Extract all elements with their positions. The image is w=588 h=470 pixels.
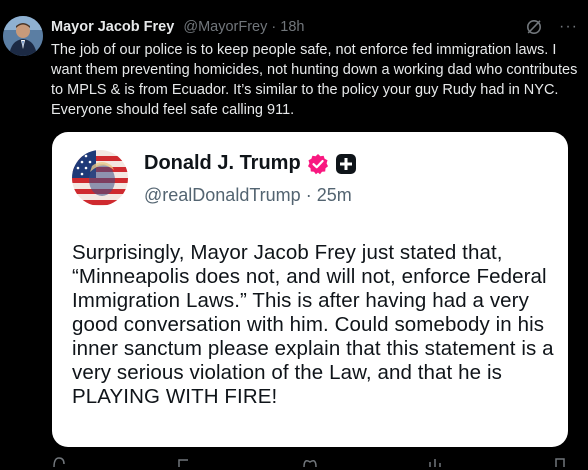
quoted-handle-line: @realDonaldTrump · 25m: [144, 185, 352, 206]
verified-badge-icon: [307, 153, 328, 174]
timestamp[interactable]: 18h: [280, 19, 304, 35]
display-name[interactable]: Mayor Jacob Frey: [51, 19, 174, 35]
quoted-post-screenshot[interactable]: Donald J. Trump @realDonaldTrump · 25m S…: [52, 132, 568, 447]
grok-icon[interactable]: [525, 18, 543, 36]
tweet-text: The job of our police is to keep people …: [51, 42, 578, 118]
quoted-time: 25m: [316, 185, 352, 205]
quoted-avatar: [72, 150, 128, 206]
trump-avatar-image: [72, 150, 128, 206]
quoted-text: Surprisingly, Mayor Jacob Frey just stat…: [72, 241, 554, 408]
like-icon[interactable]: [302, 456, 318, 468]
action-bar: [51, 456, 568, 468]
truth-social-icon: [335, 153, 356, 174]
tweet[interactable]: Mayor Jacob Frey @MayorFrey · 18h ··· Th…: [0, 0, 588, 468]
quoted-author: Donald J. Trump: [144, 152, 357, 175]
quoted-separator: ·: [305, 185, 312, 205]
bookmark-icon[interactable]: [552, 456, 568, 467]
tweet-header: Mayor Jacob Frey @MayorFrey · 18h ···: [51, 17, 578, 37]
repost-icon[interactable]: [176, 456, 192, 467]
header-actions: ···: [525, 17, 578, 37]
more-icon[interactable]: ···: [559, 17, 578, 37]
quoted-handle: @realDonaldTrump: [144, 185, 301, 205]
reply-icon[interactable]: [51, 456, 67, 468]
quoted-display-name: Donald J. Trump: [144, 152, 301, 174]
frey-avatar-image: [3, 16, 43, 56]
separator: ·: [271, 19, 277, 35]
handle[interactable]: @MayorFrey: [183, 19, 267, 35]
views-icon[interactable]: [427, 456, 443, 467]
avatar[interactable]: [3, 16, 43, 56]
